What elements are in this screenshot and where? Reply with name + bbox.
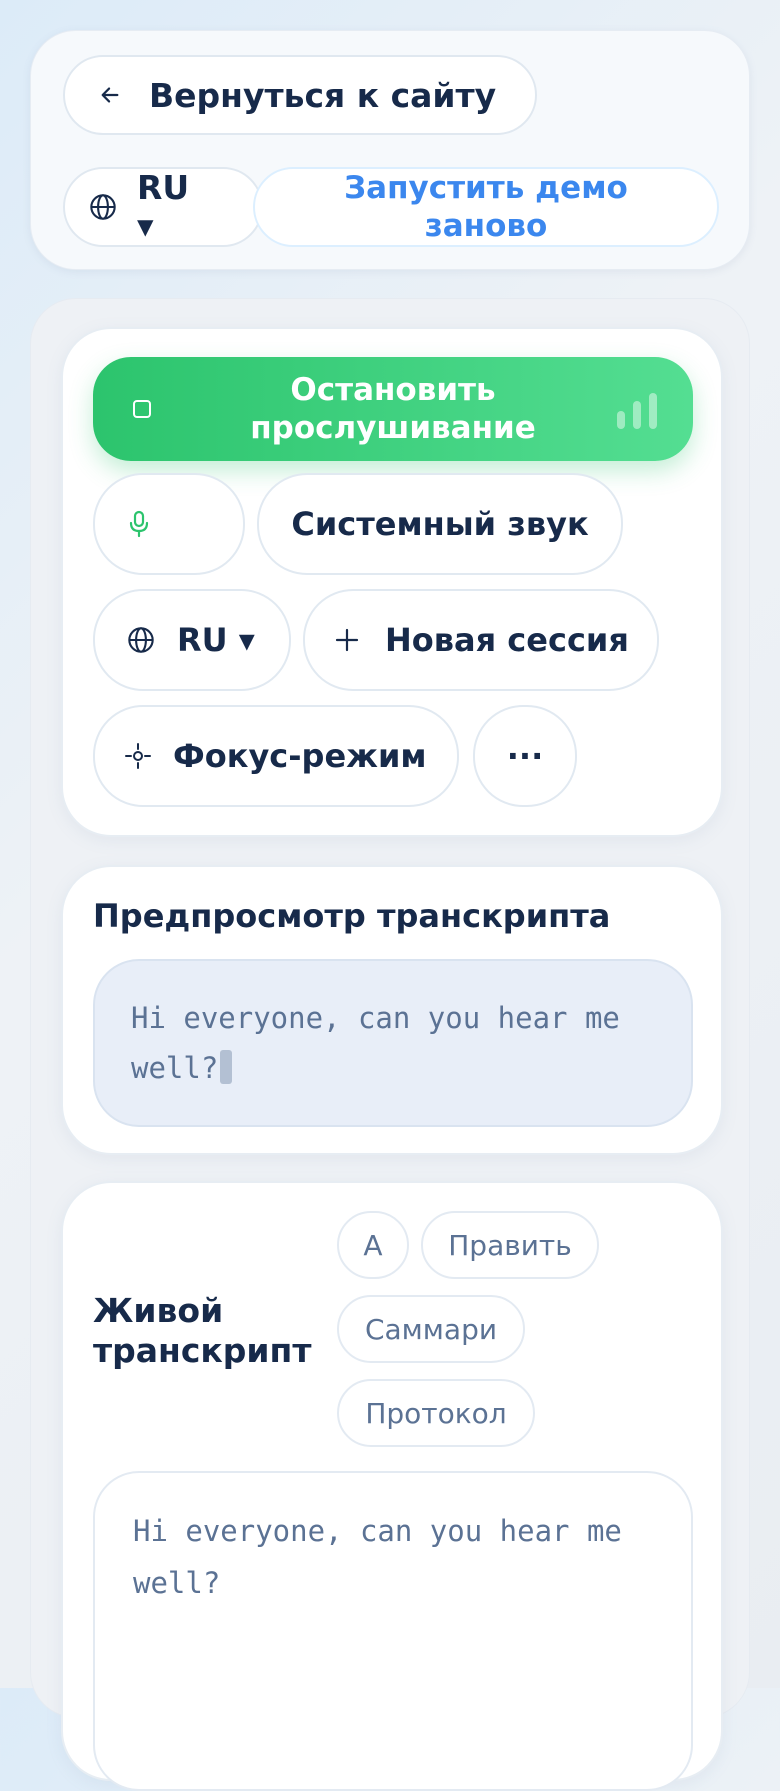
microphone-icon: [129, 510, 149, 538]
system-audio-button[interactable]: Системный звук: [257, 473, 623, 575]
plus-icon: [335, 628, 359, 652]
restart-demo-button[interactable]: Запустить демо заново: [253, 167, 719, 247]
typing-cursor: [220, 1050, 233, 1084]
audio-level-icon: [617, 393, 661, 429]
session-language-selector[interactable]: RU ▾: [93, 589, 291, 691]
font-size-button[interactable]: A: [337, 1211, 409, 1279]
microphone-toggle[interactable]: [93, 473, 245, 575]
globe-icon: [90, 194, 116, 220]
stop-icon: [133, 400, 151, 418]
protocol-label: Протокол: [365, 1396, 507, 1430]
globe-icon: [128, 627, 154, 653]
new-session-button[interactable]: Новая сессия: [303, 589, 659, 691]
edit-label: Править: [448, 1228, 572, 1262]
restart-demo-label: Запустить демо заново: [344, 170, 628, 244]
focus-mode-label: Фокус-режим: [173, 737, 427, 775]
focus-mode-button[interactable]: Фокус-режим: [93, 705, 459, 807]
transcript-preview-title: Предпросмотр транскрипта: [93, 897, 611, 935]
more-options-label: ···: [506, 737, 544, 775]
live-transcript-text: Hi everyone, can you hear me well?: [133, 1514, 622, 1600]
session-language-label: RU ▾: [177, 621, 255, 659]
summary-button[interactable]: Саммари: [337, 1295, 525, 1363]
arrow-left-icon: [101, 87, 119, 103]
live-transcript-panel: Живой транскрипт A Править Саммари Прото…: [61, 1181, 723, 1791]
system-audio-label: Системный звук: [291, 505, 589, 543]
edit-button[interactable]: Править: [421, 1211, 599, 1279]
transcript-preview-box: Hi everyone, can you hear me well?: [93, 959, 693, 1127]
font-size-label: A: [363, 1228, 383, 1262]
focus-icon: [125, 743, 151, 769]
live-transcript-box[interactable]: Hi everyone, can you hear me well?: [93, 1471, 693, 1791]
transcript-preview-text: Hi everyone, can you hear me well?: [131, 1001, 620, 1085]
new-session-label: Новая сессия: [385, 621, 629, 659]
back-to-site-button[interactable]: Вернуться к сайту: [63, 55, 537, 135]
main-container: Остановить прослушивание Системный звук …: [30, 298, 750, 1791]
controls-panel: Остановить прослушивание Системный звук …: [61, 327, 723, 837]
transcript-preview-panel: Предпросмотр транскрипта Hi everyone, ca…: [61, 865, 723, 1155]
stop-listening-button[interactable]: Остановить прослушивание: [93, 357, 693, 461]
language-selector[interactable]: RU ▾: [63, 167, 263, 247]
top-bar: Вернуться к сайту RU ▾ Запустить демо за…: [30, 30, 750, 270]
back-to-site-label: Вернуться к сайту: [149, 75, 497, 115]
stop-listening-label: Остановить прослушивание: [250, 372, 536, 446]
summary-label: Саммари: [364, 1312, 498, 1346]
more-options-button[interactable]: ···: [473, 705, 577, 807]
language-label: RU ▾: [137, 168, 190, 245]
live-transcript-title: Живой транскрипт: [93, 1291, 312, 1370]
protocol-button[interactable]: Протокол: [337, 1379, 535, 1447]
